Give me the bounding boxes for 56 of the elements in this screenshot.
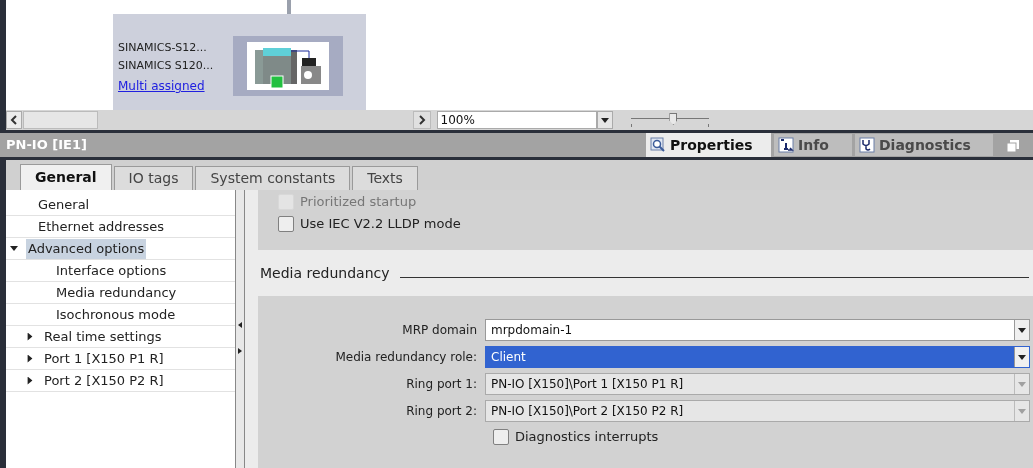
collapse-left-icon[interactable] <box>238 322 242 328</box>
tab[interactable]: General <box>20 164 112 190</box>
caret-icon <box>1018 408 1026 414</box>
field-label: Media redundancy role: <box>334 349 478 366</box>
field-label: Ring port 1: <box>405 376 478 393</box>
nav-item[interactable]: Real time settings <box>42 326 164 347</box>
view-tab[interactable]: Info <box>774 134 852 156</box>
dropdown-field[interactable]: mrpdomain-1 <box>485 319 1030 341</box>
tab[interactable]: Texts <box>352 166 418 190</box>
field-value: PN-IO [X150]\Port 1 [X150 P1 R] <box>490 376 685 393</box>
caret-icon <box>600 117 609 123</box>
caret-icon <box>1018 381 1026 387</box>
view-tab[interactable]: Properties <box>646 131 771 157</box>
checkbox-label: Diagnostics interrupts <box>515 428 659 447</box>
expand-right-icon[interactable] <box>238 348 242 354</box>
nav-item[interactable]: Port 2 [X150 P2 R] <box>42 370 166 391</box>
nav-item[interactable]: Port 1 [X150 P1 R] <box>42 348 166 369</box>
inspector-title: PN-IO [IE1] <box>5 136 87 155</box>
field-value: PN-IO [X150]\Port 2 [X150 P2 R] <box>490 403 685 420</box>
chevron-left-icon <box>10 115 18 125</box>
device-card[interactable]: SINAMICS-S12... SINAMICS S120... Multi assigned <box>113 14 366 110</box>
nav-item[interactable]: Advanced options <box>26 238 147 259</box>
scrollbar-thumb[interactable] <box>23 111 98 129</box>
device-name: SINAMICS-S12... <box>118 40 208 56</box>
caret-icon <box>1018 327 1026 333</box>
caret-icon <box>1018 354 1026 360</box>
scroll-left-button[interactable] <box>6 111 22 129</box>
device-name: SINAMICS S120... <box>118 58 215 74</box>
magnifier-icon <box>650 137 666 153</box>
view-tab[interactable]: Diagnostics <box>855 134 993 156</box>
multi-assigned-link[interactable]: Multi assigned <box>118 75 233 97</box>
checkbox[interactable] <box>493 429 509 445</box>
dropdown-field[interactable]: Client <box>485 346 1030 368</box>
field-label: MRP domain <box>401 322 478 339</box>
checkbox-label: Prioritized startup <box>300 193 417 212</box>
field-value: Client <box>490 349 527 366</box>
zoom-field[interactable]: 100% <box>436 111 597 129</box>
nav-item[interactable]: Isochronous mode <box>54 304 178 325</box>
stethoscope-icon <box>859 137 875 153</box>
section-heading: Media redundancy <box>260 263 390 283</box>
nav-item[interactable]: General <box>36 194 92 215</box>
tab[interactable]: System constants <box>195 166 351 190</box>
slider-thumb[interactable] <box>669 113 678 125</box>
zoom-value: 100% <box>440 112 475 129</box>
chevron-right-icon <box>417 115 426 125</box>
nav-item[interactable]: Interface options <box>54 260 169 281</box>
tab[interactable]: IO tags <box>113 166 194 190</box>
field-label: Ring port 2: <box>405 403 478 420</box>
checkbox[interactable] <box>278 216 294 232</box>
info-icon <box>778 137 794 153</box>
scroll-right-button[interactable] <box>412 111 431 129</box>
nav-item[interactable]: Ethernet addresses <box>36 216 166 237</box>
field-value: mrpdomain-1 <box>490 322 574 339</box>
zoom-slider[interactable] <box>630 112 709 128</box>
nav-item[interactable]: Media redundancy <box>54 282 179 303</box>
checkbox-label: Use IEC V2.2 LLDP mode <box>300 215 461 234</box>
